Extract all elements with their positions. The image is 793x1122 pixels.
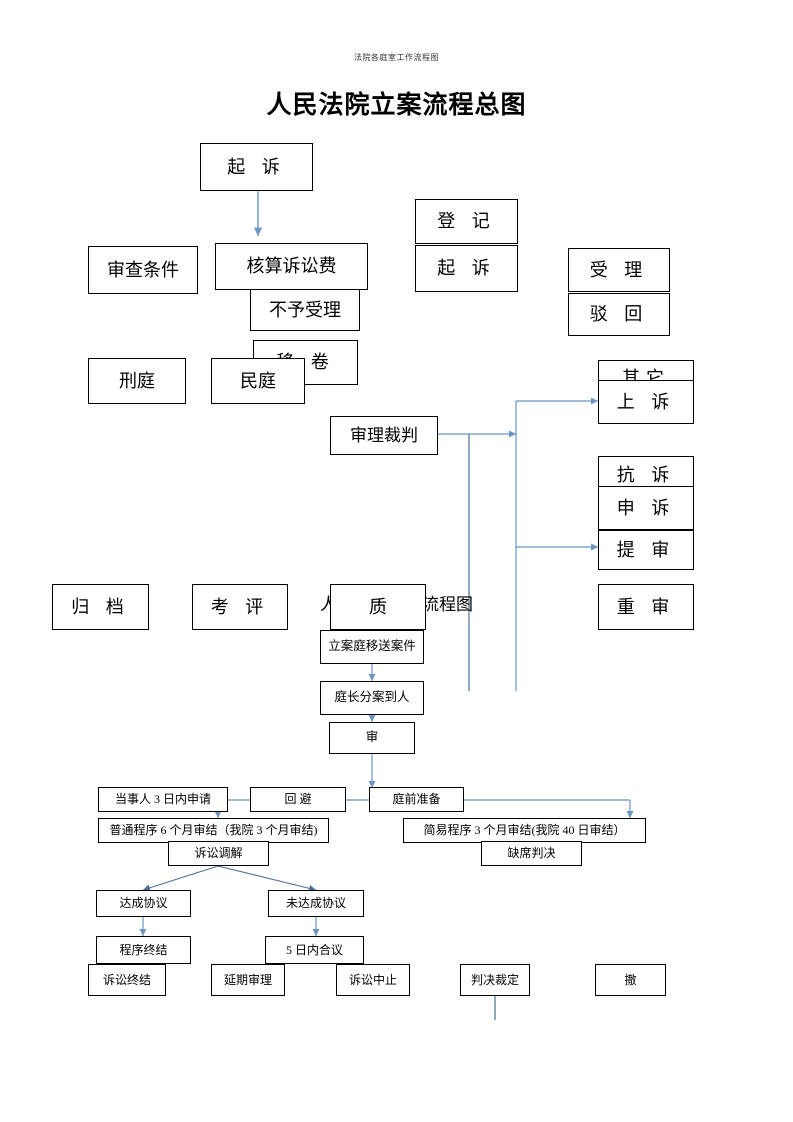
node-label: 5 日内合议 — [285, 942, 343, 957]
node-kangsu[interactable]: 抗 诉 — [598, 456, 694, 486]
node-lianting-yisong[interactable]: 立案庭移送案件 — [320, 630, 424, 664]
node-label: 达成协议 — [119, 896, 168, 911]
node-label: 起 诉 — [437, 258, 496, 279]
node-label: 审理裁判 — [350, 425, 418, 445]
node-hesuan-susongfei[interactable]: 核算诉讼费 — [215, 243, 368, 290]
node-label: 核算诉讼费 — [246, 256, 337, 277]
node-label: 驳 回 — [589, 304, 649, 325]
node-weidacheng-xieyi[interactable]: 未达成协议 — [268, 890, 364, 917]
node-susong-zhongjie[interactable]: 诉讼终结 — [88, 964, 166, 996]
node-label: 程序终结 — [119, 942, 168, 957]
node-yanqi-shenli[interactable]: 延期审理 — [211, 964, 285, 996]
node-wuri-heyi[interactable]: 5 日内合议 — [265, 936, 364, 964]
node-label: 申 诉 — [616, 497, 676, 518]
node-shen[interactable]: 审 — [329, 722, 415, 754]
node-label: 受 理 — [589, 259, 649, 280]
node-zhi[interactable]: 质 — [330, 584, 426, 630]
node-jianyi-chengxu[interactable]: 简易程序 3 个月审结(我院 40 日审结） — [403, 818, 646, 843]
node-tingqian-zhunbei[interactable]: 庭前准备 — [369, 787, 464, 812]
node-label: 撤 — [624, 972, 637, 987]
node-kaoping[interactable]: 考 评 — [192, 584, 288, 630]
node-shouli[interactable]: 受 理 — [568, 248, 670, 292]
node-label: 民庭 — [240, 370, 276, 391]
node-label: 起 诉 — [227, 156, 286, 177]
node-susong-tiaojie[interactable]: 诉讼调解 — [168, 841, 269, 866]
node-label: 简易程序 3 个月审结(我院 40 日审结） — [423, 823, 626, 838]
node-label: 延期审理 — [223, 972, 272, 987]
node-qisu[interactable]: 起 诉 — [200, 143, 313, 191]
node-label: 当事人 3 日内申请 — [114, 792, 211, 807]
node-label: 回 避 — [284, 792, 312, 807]
node-chongshen[interactable]: 重 审 — [598, 584, 694, 630]
node-label: 庭长分案到人 — [334, 690, 410, 705]
node-label: 上 诉 — [616, 391, 676, 412]
node-label: 判决裁定 — [470, 972, 519, 987]
page-title: 人民法院立案流程总图 — [266, 91, 527, 119]
node-shencha-tiaojian[interactable]: 审查条件 — [88, 246, 198, 294]
node-shenli-caipan[interactable]: 审理裁判 — [330, 416, 438, 455]
node-panjue-caiding[interactable]: 判决裁定 — [460, 964, 530, 996]
node-tishen[interactable]: 提 审 — [598, 530, 694, 570]
node-label: 不予受理 — [269, 299, 341, 320]
node-shangsu[interactable]: 上 诉 — [598, 380, 694, 424]
node-label: 登 记 — [437, 211, 496, 232]
node-label: 重 审 — [616, 596, 676, 617]
node-label: 诉讼调解 — [194, 846, 243, 861]
node-buyu-shouli[interactable]: 不予受理 — [250, 289, 360, 331]
document-canvas: 法院各庭室工作流程图 人民法院立案流程总图 起 诉 审查条件 核算诉讼费 不予受… — [0, 0, 793, 1122]
node-label: 审查条件 — [107, 259, 179, 280]
node-label: 抗 诉 — [616, 465, 676, 485]
node-label: 未达成协议 — [285, 896, 346, 911]
node-quexi-panjue[interactable]: 缺席判决 — [481, 841, 582, 866]
node-label: 提 审 — [616, 539, 676, 560]
node-label: 考 评 — [210, 596, 270, 617]
node-che[interactable]: 撤 — [595, 964, 666, 996]
node-guidang[interactable]: 归 档 — [52, 584, 149, 630]
node-label: 诉讼终结 — [102, 972, 151, 987]
node-label: 审 — [365, 730, 379, 745]
node-bohui[interactable]: 驳 回 — [568, 293, 670, 336]
page-header-note: 法院各庭室工作流程图 — [354, 53, 439, 62]
node-tingzhang-fenan[interactable]: 庭长分案到人 — [320, 681, 424, 715]
node-dangshiren-shenqing[interactable]: 当事人 3 日内申请 — [98, 787, 228, 812]
node-label: 缺席判决 — [507, 846, 556, 861]
node-minting[interactable]: 民庭 — [211, 358, 305, 404]
node-dacheng-xieyi[interactable]: 达成协议 — [96, 890, 191, 917]
node-huibi[interactable]: 回 避 — [250, 787, 346, 812]
node-xingting[interactable]: 刑庭 — [88, 358, 186, 404]
node-label: 归 档 — [71, 596, 130, 617]
node-label: 立案庭移送案件 — [328, 639, 416, 654]
node-label: 质 — [369, 596, 387, 617]
node-qisu-2[interactable]: 起 诉 — [415, 245, 518, 292]
node-dengji[interactable]: 登 记 — [415, 199, 518, 244]
node-label: 刑庭 — [119, 370, 155, 391]
node-label: 庭前准备 — [392, 792, 441, 807]
node-putong-chengxu[interactable]: 普通程序 6 个月审结（我院 3 个月审结) — [98, 818, 329, 843]
node-label: 诉讼中止 — [348, 972, 397, 987]
node-susong-zhongzhi[interactable]: 诉讼中止 — [336, 964, 410, 996]
node-label: 普通程序 6 个月审结（我院 3 个月审结) — [109, 823, 318, 838]
node-chengxu-zhongjie[interactable]: 程序终结 — [96, 936, 191, 964]
node-shensu[interactable]: 申 诉 — [598, 486, 694, 530]
